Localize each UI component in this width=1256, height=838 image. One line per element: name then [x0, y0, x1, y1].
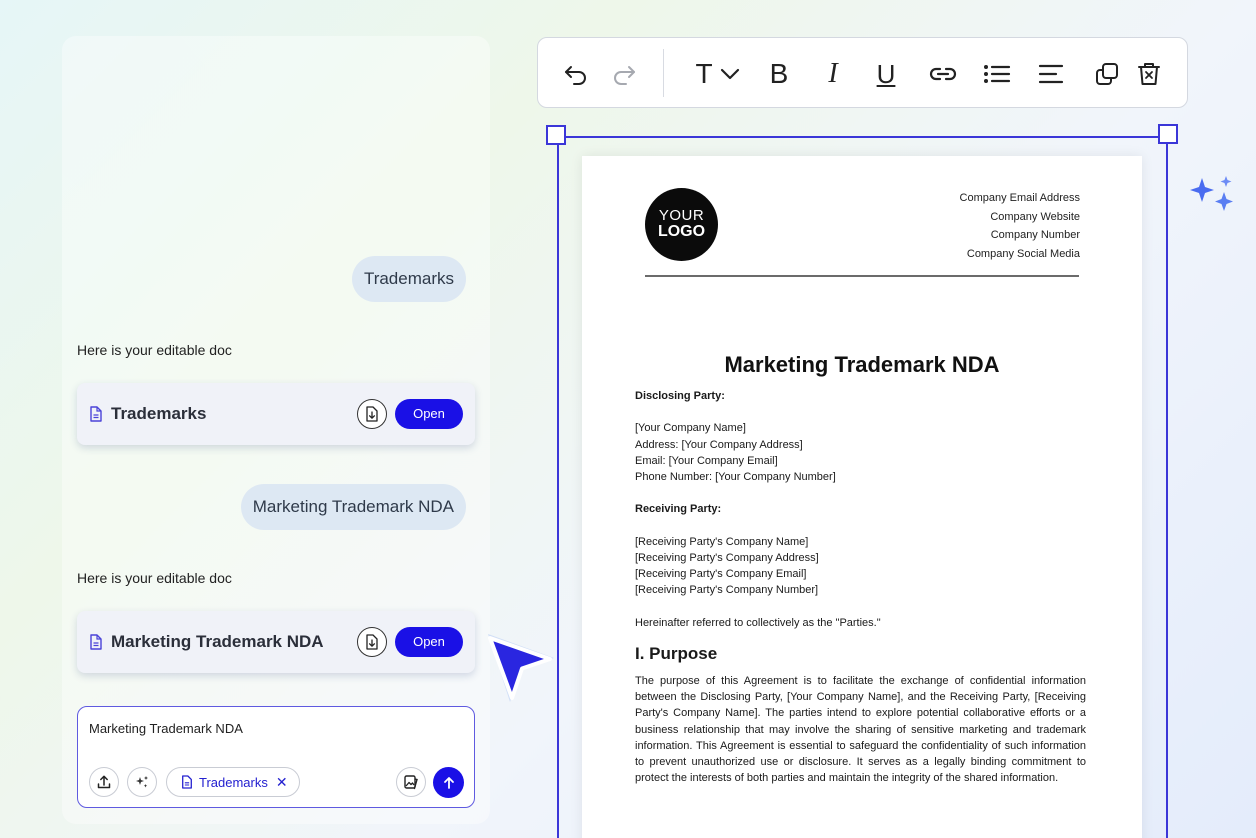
download-button[interactable] — [357, 627, 387, 657]
editor-toolbar: T B I U — [537, 37, 1188, 108]
company-email: Company Email Address — [959, 192, 1080, 204]
document-icon — [182, 775, 192, 789]
doc-card-title: Marketing Trademark NDA — [111, 632, 324, 651]
chevron-down-icon — [720, 68, 739, 80]
undo-icon — [565, 66, 586, 85]
doc-card-title: Trademarks — [111, 404, 207, 423]
logo-line-1: YOUR — [658, 207, 705, 224]
receiving-line: [Receiving Party's Company Email] — [635, 568, 807, 581]
arrow-up-icon — [443, 776, 454, 789]
user-message-bubble: Trademarks — [351, 256, 466, 302]
open-button[interactable]: Open — [395, 399, 463, 429]
download-file-icon — [366, 406, 378, 422]
company-social-media: Company Social Media — [966, 248, 1080, 261]
toolbar-divider — [663, 49, 664, 97]
receiving-party-label: Receiving Party: — [635, 503, 722, 516]
company-website: Company Website — [990, 210, 1080, 223]
delete-button[interactable] — [1135, 60, 1163, 88]
image-gallery-icon — [404, 775, 418, 790]
sparkle-icon — [1190, 176, 1233, 211]
document-title: Marketing Trademark NDA — [724, 352, 1000, 377]
bold-button[interactable]: B — [764, 58, 794, 89]
copy-icon — [1096, 63, 1118, 85]
ai-sparkle-button[interactable] — [127, 767, 157, 797]
align-button[interactable] — [1036, 60, 1066, 88]
purpose-paragraph: The purpose of this Agreement is to faci… — [635, 674, 1086, 785]
download-file-icon — [366, 634, 378, 650]
bold-icon: B — [769, 58, 789, 89]
disclosing-line: Email: [Your Company Email] — [635, 454, 778, 467]
chat-panel: Trademarks Here is your editable doc Tra… — [62, 36, 490, 824]
document-page[interactable]: YOUR LOGO Company Email Address Company … — [582, 156, 1142, 838]
section-heading: I. Purpose — [635, 643, 718, 663]
disclosing-line: [Your Company Name] — [635, 422, 746, 435]
doc-card-trademarks[interactable]: Trademarks Open — [77, 383, 475, 445]
redo-button[interactable] — [608, 60, 640, 88]
logo-line-2: LOGO — [657, 223, 706, 240]
assistant-message: Here is your editable doc — [77, 342, 232, 358]
upload-icon — [97, 775, 111, 789]
user-message-bubble: Marketing Trademark NDA — [240, 484, 466, 530]
receiving-line: [Receiving Party's Company Number] — [635, 584, 819, 597]
parties-note: Hereinafter referred to collectively as … — [635, 616, 881, 629]
resize-handle-top-right[interactable] — [1158, 124, 1178, 144]
header-divider — [645, 275, 1079, 277]
disclosing-line: Phone Number: [Your Company Number] — [635, 471, 836, 483]
bullet-list-button[interactable] — [982, 60, 1012, 88]
assistant-message: Here is your editable doc — [77, 570, 232, 586]
text-style-dropdown[interactable]: T — [688, 58, 748, 89]
italic-icon: I — [828, 58, 838, 89]
underline-button[interactable]: U — [871, 58, 901, 89]
composer-input[interactable]: Marketing Trademark NDA — [89, 721, 243, 736]
trash-icon — [1138, 63, 1160, 85]
company-number: Company Number — [990, 229, 1080, 242]
chat-composer[interactable]: Marketing Trademark NDA Trademarks ✕ — [77, 706, 475, 808]
redo-icon — [614, 66, 635, 85]
gallery-button[interactable] — [396, 767, 426, 797]
company-logo: YOUR LOGO — [645, 188, 718, 261]
receiving-line: [Receiving Party's Company Name] — [635, 535, 809, 548]
upload-button[interactable] — [89, 767, 119, 797]
chip-remove-icon[interactable]: ✕ — [276, 774, 288, 791]
receiving-line: [Receiving Party's Company Address] — [635, 551, 819, 564]
link-button[interactable] — [928, 60, 958, 88]
duplicate-button[interactable] — [1092, 60, 1122, 88]
company-info: Company Email Address Company Website Co… — [960, 189, 1080, 264]
bullet-list-icon — [984, 65, 1011, 83]
italic-button[interactable]: I — [818, 58, 848, 89]
disclosing-party-label: Disclosing Party: — [635, 390, 725, 402]
chip-label: Trademarks — [199, 774, 268, 790]
doc-card-marketing-trademark-nda[interactable]: Marketing Trademark NDA Open — [77, 611, 475, 673]
document-body: Disclosing Party: [Your Company Name] Ad… — [635, 388, 1086, 786]
sparkle-icon — [136, 776, 148, 788]
undo-button[interactable] — [560, 60, 592, 88]
attached-doc-chip[interactable]: Trademarks ✕ — [166, 767, 300, 797]
text-style-icon: T — [695, 58, 713, 89]
download-button[interactable] — [357, 399, 387, 429]
link-icon — [929, 67, 957, 81]
open-button[interactable]: Open — [395, 627, 463, 657]
document-icon — [90, 634, 102, 650]
resize-handle-top-left[interactable] — [546, 125, 566, 145]
send-button[interactable] — [433, 767, 464, 798]
align-left-icon — [1038, 64, 1064, 84]
pointer-cursor-icon — [488, 634, 554, 702]
disclosing-line: Address: [Your Company Address] — [635, 438, 803, 451]
document-icon — [90, 406, 102, 422]
underline-icon: U — [876, 58, 896, 89]
